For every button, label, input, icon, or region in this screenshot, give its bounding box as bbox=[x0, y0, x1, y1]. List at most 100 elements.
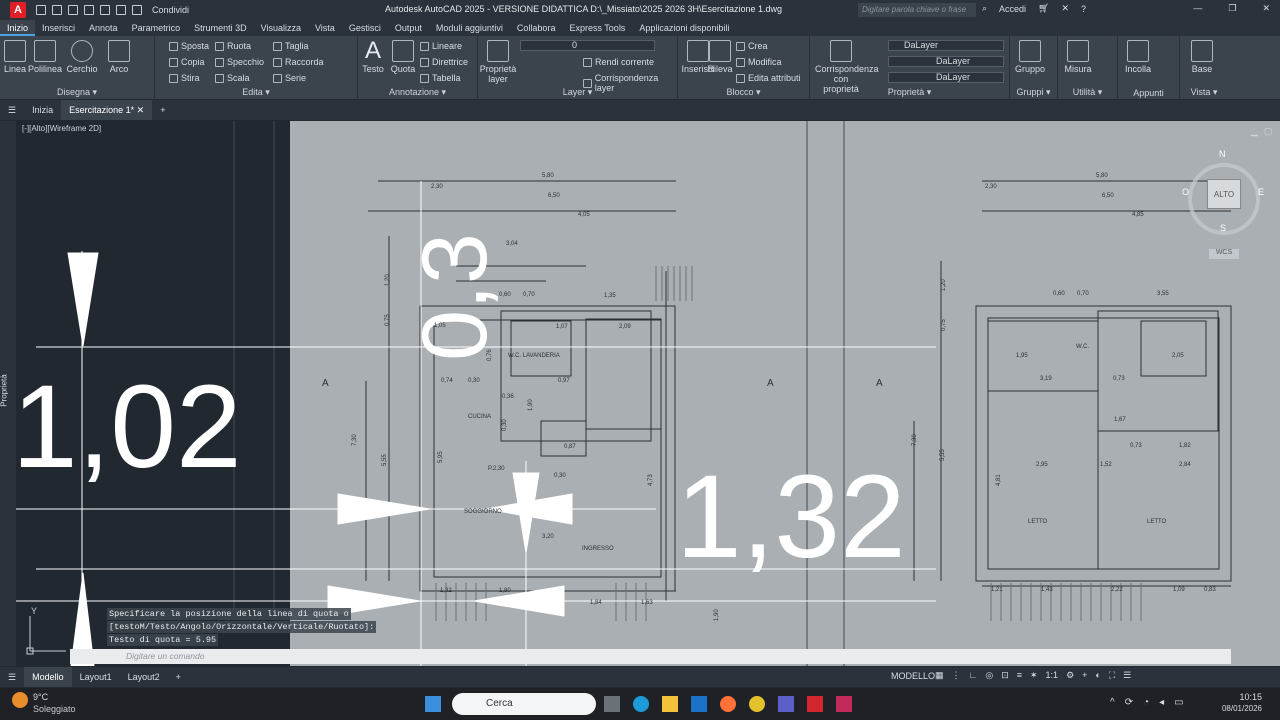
gear-icon[interactable]: ⚙ bbox=[1066, 670, 1074, 681]
viewcube[interactable]: ALTO N S E O WCS bbox=[1182, 149, 1264, 259]
close-icon[interactable]: ✕ bbox=[1262, 3, 1270, 14]
minimize-icon[interactable]: — bbox=[1193, 3, 1202, 14]
close-tab-icon[interactable]: ✕ bbox=[137, 105, 145, 115]
weather-icon[interactable] bbox=[12, 692, 28, 708]
clock-date[interactable]: 08/01/2026 bbox=[1210, 704, 1262, 713]
linear-button[interactable]: Lineare bbox=[420, 41, 462, 51]
trim-button[interactable]: Taglia bbox=[273, 41, 309, 51]
help-icon[interactable]: ? bbox=[1081, 4, 1086, 14]
drawing-canvas[interactable]: [-][Alto][Wireframe 2D] 1,02 1,32 0,3 2,… bbox=[16, 121, 1280, 666]
linetype-dropdown[interactable]: DaLayer bbox=[888, 56, 1004, 67]
menu-icon[interactable]: ☰ bbox=[0, 100, 24, 120]
tab-layout2[interactable]: Layout2 bbox=[120, 667, 168, 687]
compass-n[interactable]: N bbox=[1219, 149, 1226, 159]
chrome-icon[interactable] bbox=[749, 696, 765, 712]
login-button[interactable]: Accedi bbox=[999, 4, 1026, 14]
tab-inizio[interactable]: Inizio bbox=[0, 20, 36, 36]
help-search-input[interactable]: Digitare parola chiave o frase bbox=[858, 3, 976, 17]
edge-icon[interactable] bbox=[633, 696, 649, 712]
panel-label[interactable]: Proprietà ▾ bbox=[810, 87, 1009, 98]
annotation-icon[interactable]: ✶ bbox=[1030, 670, 1038, 681]
table-button[interactable]: Tabella bbox=[420, 73, 461, 83]
edit-attributes-button[interactable]: Edita attributi bbox=[736, 73, 801, 83]
saveas-icon[interactable] bbox=[84, 5, 94, 15]
isolate-icon[interactable]: ◐ bbox=[1095, 670, 1100, 681]
grid-icon[interactable]: ▦ bbox=[935, 670, 944, 681]
weather-temp[interactable]: 9°C bbox=[33, 692, 48, 702]
polyline-button[interactable]: Polilinea bbox=[25, 40, 65, 74]
tab-start[interactable]: Inizia bbox=[24, 100, 61, 120]
autocad-logo[interactable]: A bbox=[10, 2, 26, 18]
exchange-icon[interactable]: ✕ bbox=[1062, 3, 1070, 14]
panel-label[interactable]: Blocco ▾ bbox=[678, 87, 809, 98]
file-explorer-icon[interactable] bbox=[662, 696, 678, 712]
base-button[interactable]: Base bbox=[1182, 40, 1222, 74]
wifi-icon[interactable]: ◔ bbox=[1143, 697, 1149, 708]
clock-time[interactable]: 10:15 bbox=[1232, 692, 1262, 702]
panel-label[interactable]: Gruppi ▾ bbox=[1010, 87, 1057, 98]
lineweight-icon[interactable]: ≡ bbox=[1017, 670, 1022, 681]
maximize-icon[interactable]: ❐ bbox=[1228, 3, 1236, 14]
add-layout-button[interactable]: + bbox=[168, 667, 189, 687]
scale-button[interactable]: Scala bbox=[215, 73, 250, 83]
redo-icon[interactable] bbox=[132, 5, 142, 15]
save-icon[interactable] bbox=[68, 5, 78, 15]
panel-label[interactable]: Utilità ▾ bbox=[1058, 87, 1117, 98]
ortho-icon[interactable]: ∟ bbox=[969, 670, 978, 681]
tab-drawing[interactable]: Esercitazione 1* ✕ bbox=[61, 100, 153, 120]
open-icon[interactable] bbox=[52, 5, 62, 15]
layer-dropdown[interactable]: 0 bbox=[520, 40, 655, 51]
rotate-button[interactable]: Ruota bbox=[215, 41, 251, 51]
chevron-up-icon[interactable]: ^ bbox=[1110, 697, 1115, 708]
minimize-icon[interactable]: ▁ bbox=[1251, 126, 1258, 137]
tab-visualizza[interactable]: Visualizza bbox=[254, 20, 308, 36]
move-button[interactable]: Sposta bbox=[169, 41, 209, 51]
fillet-button[interactable]: Raccorda bbox=[273, 57, 324, 67]
model-space-toggle[interactable]: MODELLO bbox=[891, 671, 935, 681]
polar-icon[interactable]: ◎ bbox=[985, 670, 993, 681]
tab-collabora[interactable]: Collabora bbox=[510, 20, 563, 36]
search-icon[interactable]: ⌕ bbox=[982, 3, 987, 14]
layer-properties-button[interactable]: Proprietà layer bbox=[478, 40, 518, 84]
match-properties-button[interactable]: Corrispondenza con proprietà bbox=[815, 40, 879, 94]
wcs-menu[interactable]: WCS bbox=[1209, 249, 1239, 259]
measure-button[interactable]: Misura bbox=[1058, 40, 1098, 74]
weather-desc[interactable]: Soleggiato bbox=[33, 704, 76, 714]
app-taskbar-icon[interactable] bbox=[836, 696, 852, 712]
command-input[interactable]: Digitare un comando bbox=[70, 649, 1231, 664]
tab-express-tools[interactable]: Express Tools bbox=[562, 20, 632, 36]
volume-icon[interactable]: ◂ bbox=[1159, 697, 1164, 708]
tab-applicazioni[interactable]: Applicazioni disponibili bbox=[632, 20, 736, 36]
compass-s[interactable]: S bbox=[1220, 223, 1226, 233]
paste-button[interactable]: Incolla bbox=[1118, 40, 1158, 74]
tab-output[interactable]: Output bbox=[388, 20, 429, 36]
copy-button[interactable]: Copia bbox=[169, 57, 205, 67]
panel-label[interactable]: Edita ▾ bbox=[155, 87, 357, 98]
snap-icon[interactable]: ⋮ bbox=[952, 670, 961, 681]
array-button[interactable]: Serie bbox=[273, 73, 306, 83]
task-view-icon[interactable] bbox=[604, 696, 620, 712]
tab-parametrico[interactable]: Parametrico bbox=[125, 20, 188, 36]
windows-start-icon[interactable] bbox=[425, 696, 441, 712]
tab-inserisci[interactable]: Inserisci bbox=[35, 20, 82, 36]
color-dropdown[interactable]: DaLayer bbox=[888, 40, 1004, 51]
compass-e[interactable]: E bbox=[1258, 187, 1264, 197]
scale-dropdown[interactable]: 1:1 bbox=[1046, 670, 1059, 681]
tab-annota[interactable]: Annota bbox=[82, 20, 125, 36]
tab-strumenti-3d[interactable]: Strumenti 3D bbox=[187, 20, 254, 36]
tab-gestisci[interactable]: Gestisci bbox=[342, 20, 388, 36]
share-button[interactable]: Condividi bbox=[152, 5, 189, 15]
panel-label[interactable]: Layer ▾ bbox=[478, 87, 677, 98]
edit-block-button[interactable]: Modifica bbox=[736, 57, 782, 67]
new-tab-button[interactable]: + bbox=[152, 100, 173, 120]
teams-icon[interactable] bbox=[778, 696, 794, 712]
arc-button[interactable]: Arco bbox=[99, 40, 139, 74]
maximize-icon[interactable]: ▢ bbox=[1264, 126, 1273, 137]
battery-icon[interactable]: ▭ bbox=[1174, 697, 1183, 708]
detect-button[interactable]: Rileva bbox=[700, 40, 740, 74]
tab-moduli[interactable]: Moduli aggiuntivi bbox=[429, 20, 510, 36]
create-block-button[interactable]: Crea bbox=[736, 41, 768, 51]
tab-layout1[interactable]: Layout1 bbox=[72, 667, 120, 687]
plot-icon[interactable] bbox=[100, 5, 110, 15]
properties-palette-tab[interactable]: Proprietà bbox=[0, 121, 16, 666]
